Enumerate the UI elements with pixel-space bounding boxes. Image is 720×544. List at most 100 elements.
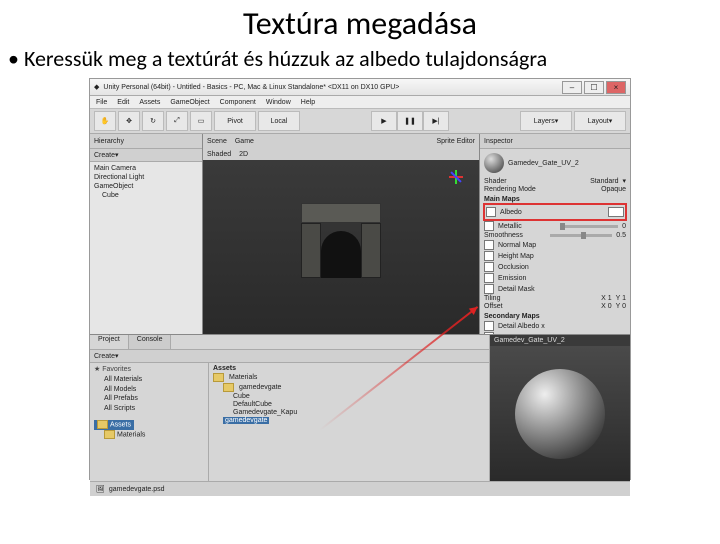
albedo-texture-slot[interactable] <box>486 207 496 217</box>
metallic-slider[interactable] <box>560 225 618 228</box>
hierarchy-item[interactable]: Main Camera <box>94 164 198 173</box>
hierarchy-child[interactable]: Cube <box>102 191 198 200</box>
tool-scale[interactable]: ⤢ <box>166 111 188 131</box>
minimize-icon: – <box>570 83 574 92</box>
tool-rect[interactable]: ▭ <box>190 111 212 131</box>
folder-icon <box>104 430 115 439</box>
play-button[interactable]: ▶ <box>371 111 397 131</box>
window-titlebar: ◆ Unity Personal (64bit) - Untitled - Ba… <box>90 79 630 96</box>
asset-item[interactable]: DefaultCube <box>233 401 272 408</box>
layers-dropdown[interactable]: Layers ▾ <box>520 111 572 131</box>
tab-scene[interactable]: Scene <box>207 138 227 145</box>
albedo-color[interactable] <box>608 207 624 217</box>
assets-root[interactable]: Assets <box>110 421 131 428</box>
asset-item[interactable]: Gamedevgate_Kapu <box>233 409 297 416</box>
scale-icon: ⤢ <box>174 117 180 125</box>
normalmap2-slot[interactable] <box>484 332 494 334</box>
offset-y[interactable]: Y 0 <box>616 303 626 310</box>
emission-label: Emission <box>498 275 626 282</box>
hand-icon: ✋ <box>101 117 110 125</box>
menu-assets[interactable]: Assets <box>139 99 160 106</box>
tab-game[interactable]: Game <box>235 138 254 145</box>
project-panel: Project Console Create ▾ ★ Favorites All… <box>90 335 489 481</box>
preview-sphere <box>515 369 605 459</box>
toolbar: ✋ ✥ ↻ ⤢ ▭ Pivot Local ▶ ❚❚ ▶| Layers ▾ L… <box>90 109 630 134</box>
close-button[interactable]: × <box>606 81 626 94</box>
tab-console[interactable]: Console <box>129 335 172 349</box>
detailalbedo-slot[interactable] <box>484 321 494 331</box>
asset-selected-label[interactable]: gamedevgate <box>225 417 267 424</box>
heightmap-slot[interactable] <box>484 251 494 261</box>
step-icon: ▶| <box>432 117 439 125</box>
project-create[interactable]: Create <box>94 353 115 360</box>
local-toggle[interactable]: Local <box>258 111 300 131</box>
menu-gameobject[interactable]: GameObject <box>170 99 209 106</box>
statusbar: 🖼 gamedevgate.psd <box>90 481 630 496</box>
hierarchy-create[interactable]: Create <box>94 152 115 159</box>
metallic-label: Metallic <box>498 223 556 230</box>
tool-rotate[interactable]: ↻ <box>142 111 164 131</box>
fav-item[interactable]: All Prefabs <box>104 394 204 404</box>
unity-screenshot: ◆ Unity Personal (64bit) - Untitled - Ba… <box>89 78 631 480</box>
menu-file[interactable]: File <box>96 99 107 106</box>
maximize-icon: ☐ <box>590 83 597 92</box>
slide-title: Textúra megadása <box>0 4 720 43</box>
asset-item[interactable]: Materials <box>229 374 257 381</box>
menu-help[interactable]: Help <box>301 99 315 106</box>
layout-dropdown[interactable]: Layout ▾ <box>574 111 626 131</box>
chevron-down-icon: ▾ <box>115 352 119 360</box>
folder-icon <box>97 420 108 429</box>
rect-icon: ▭ <box>198 117 205 125</box>
hierarchy-item[interactable]: Directional Light <box>94 173 198 182</box>
scene-shaded-dropdown[interactable]: Shaded <box>207 151 231 158</box>
normalmap-label: Normal Map <box>498 242 626 249</box>
asset-item[interactable]: gamedevgate <box>239 384 281 391</box>
menu-window[interactable]: Window <box>266 99 291 106</box>
pause-button[interactable]: ❚❚ <box>397 111 423 131</box>
hierarchy-panel: Hierarchy Create ▾ Main Camera Direction… <box>90 134 202 334</box>
shader-dropdown[interactable]: Standard <box>590 178 618 185</box>
fav-item[interactable]: All Scripts <box>104 404 204 414</box>
fav-item[interactable]: All Materials <box>104 375 204 385</box>
preview-viewport[interactable] <box>490 346 630 481</box>
metallic-value: 0 <box>622 223 626 230</box>
folder-materials[interactable]: Materials <box>117 431 145 438</box>
project-tree: ★ Favorites All Materials All Models All… <box>90 363 209 481</box>
tab-project[interactable]: Project <box>90 335 129 349</box>
asset-item[interactable]: Cube <box>233 393 250 400</box>
rendermode-dropdown[interactable]: Opaque <box>601 186 626 193</box>
metallic-slot[interactable] <box>484 221 494 231</box>
menu-edit[interactable]: Edit <box>117 99 129 106</box>
folder-icon <box>213 373 224 382</box>
maximize-button[interactable]: ☐ <box>584 81 604 94</box>
tool-hand[interactable]: ✋ <box>94 111 116 131</box>
smoothness-slider[interactable] <box>550 234 612 237</box>
menu-component[interactable]: Component <box>220 99 256 106</box>
fav-item[interactable]: All Models <box>104 385 204 395</box>
detailmask-label: Detail Mask <box>498 286 626 293</box>
normalmap2-label: Normal Map <box>498 334 618 335</box>
minimize-button[interactable]: – <box>562 81 582 94</box>
scene-gizmo[interactable] <box>439 166 473 200</box>
inspector-panel: Inspector Gamedev_Gate_UV_2 ShaderStanda… <box>480 134 630 334</box>
detailmask-slot[interactable] <box>484 284 494 294</box>
hierarchy-item[interactable]: GameObject <box>94 182 198 191</box>
step-button[interactable]: ▶| <box>423 111 449 131</box>
tiling-y[interactable]: Y 1 <box>616 295 626 302</box>
inspector-title: Inspector <box>484 138 513 145</box>
scene-2d-toggle[interactable]: 2D <box>239 151 248 158</box>
emission-slot[interactable] <box>484 273 494 283</box>
favorites-header[interactable]: Favorites <box>102 366 131 373</box>
scene-viewport[interactable] <box>203 160 479 334</box>
move-icon: ✥ <box>126 117 132 125</box>
tool-move[interactable]: ✥ <box>118 111 140 131</box>
occlusion-slot[interactable] <box>484 262 494 272</box>
pivot-toggle[interactable]: Pivot <box>214 111 256 131</box>
chevron-down-icon: ▾ <box>555 117 559 125</box>
normalmap-slot[interactable] <box>484 240 494 250</box>
smoothness-label: Smoothness <box>484 232 546 239</box>
offset-x[interactable]: X 0 <box>601 303 612 310</box>
tab-sprite-editor[interactable]: Sprite Editor <box>436 138 475 145</box>
assets-breadcrumb[interactable]: Assets <box>213 365 485 372</box>
tiling-x[interactable]: X 1 <box>601 295 612 302</box>
